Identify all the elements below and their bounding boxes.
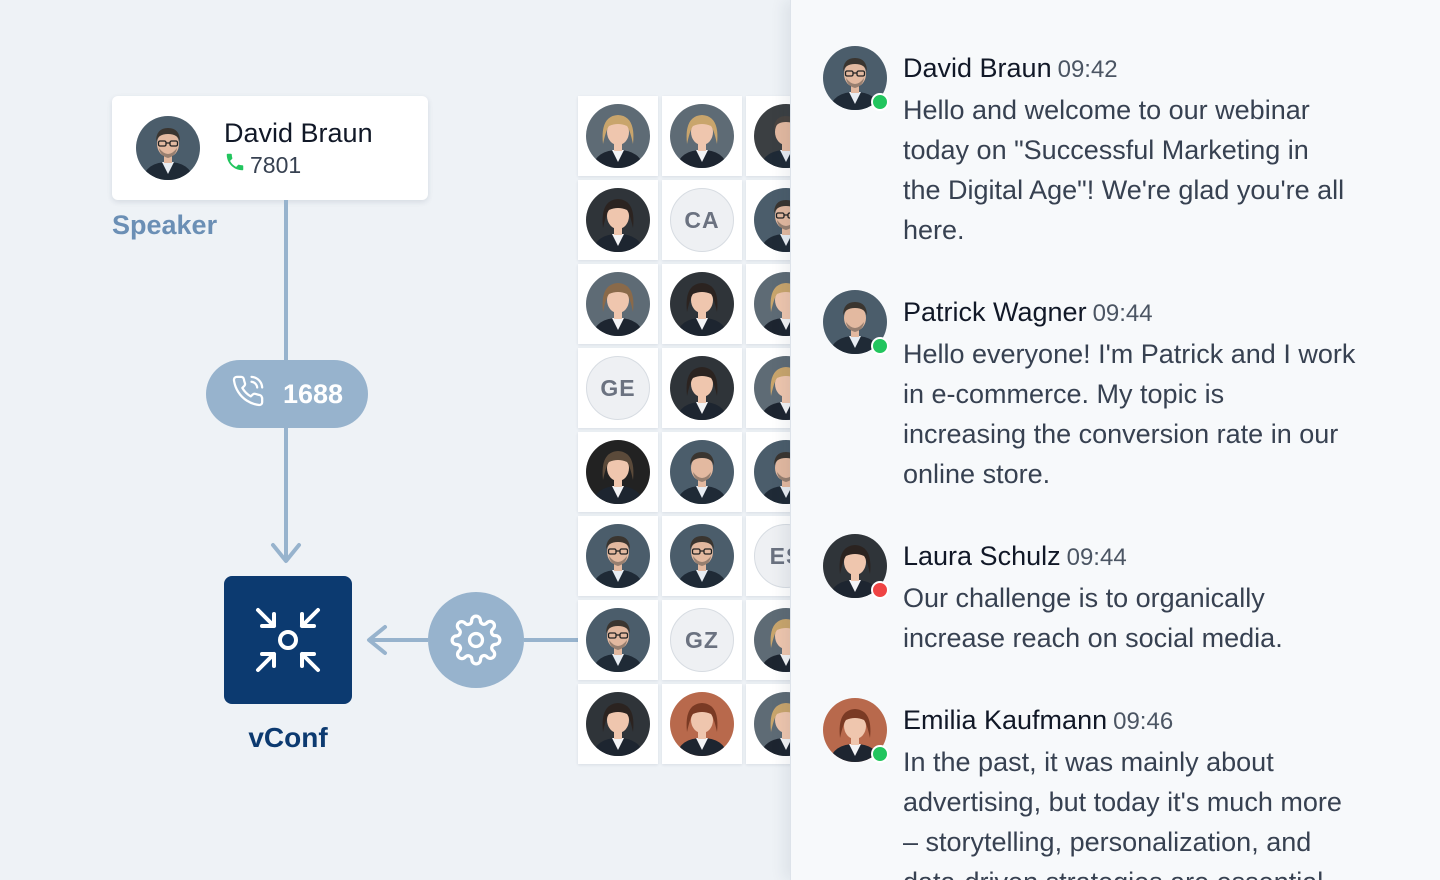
chat-message-line: data-driven strategies are essential. bbox=[903, 862, 1413, 880]
chat-message-text: Hello and welcome to our webinar today on… bbox=[903, 90, 1413, 250]
participant-avatar bbox=[670, 524, 734, 588]
chat-sender-name: Laura Schulz bbox=[903, 541, 1061, 571]
call-number-pill[interactable]: 1688 bbox=[206, 360, 368, 428]
participant-tile[interactable] bbox=[662, 264, 742, 344]
participant-tile[interactable] bbox=[578, 600, 658, 680]
chat-timestamp: 09:44 bbox=[1066, 544, 1127, 571]
chat-message-line: in e-commerce. My topic is bbox=[903, 379, 1225, 409]
vconf-node[interactable] bbox=[224, 576, 352, 704]
participant-tile[interactable] bbox=[662, 516, 742, 596]
connector-line bbox=[524, 638, 578, 642]
participant-tile[interactable] bbox=[662, 684, 742, 764]
connector-line bbox=[284, 200, 288, 360]
chat-avatar[interactable] bbox=[823, 534, 889, 599]
participant-initials: CA bbox=[670, 188, 734, 252]
participant-initials: GZ bbox=[670, 608, 734, 672]
chat-message-line: Our challenge is to organically bbox=[903, 583, 1265, 613]
chat-message-line: today on "Successful Marketing in bbox=[903, 135, 1309, 165]
participant-tile[interactable]: GE bbox=[578, 348, 658, 428]
chat-sender-name: David Braun bbox=[903, 53, 1052, 83]
chat-sender-name: Patrick Wagner bbox=[903, 297, 1087, 327]
chat-avatar[interactable] bbox=[823, 290, 889, 355]
chat-message-line: In the past, it was mainly about bbox=[903, 747, 1274, 777]
chat-message-header: Patrick Wagner 09:44 bbox=[903, 292, 1413, 334]
participant-initials: GE bbox=[586, 356, 650, 420]
speaker-extension: 7801 bbox=[224, 151, 373, 179]
chat-panel: David Braun 09:42 Hello and welcome to our… bbox=[790, 0, 1440, 880]
chat-message-line: increasing the conversion rate in our bbox=[903, 419, 1339, 449]
call-number: 1688 bbox=[282, 378, 344, 409]
chat-message-line: here. bbox=[903, 215, 965, 245]
chat-message: Emilia Kaufmann 09:46 In the past, it was … bbox=[823, 698, 1413, 880]
participant-avatar bbox=[670, 440, 734, 504]
speaker-name: David Braun bbox=[224, 118, 373, 148]
chat-timestamp: 09:42 bbox=[1057, 56, 1118, 83]
chat-message-line: Hello and welcome to our webinar bbox=[903, 95, 1310, 125]
chat-message-text: Hello everyone! I'm Patrick and I work in… bbox=[903, 334, 1413, 494]
speaker-info: David Braun 7801 bbox=[224, 117, 373, 179]
chat-message-line: online store. bbox=[903, 459, 1051, 489]
chat-message-line: Hello everyone! I'm Patrick and I work bbox=[903, 339, 1356, 369]
chat-message-text: In the past, it was mainly about advertis… bbox=[903, 742, 1413, 880]
phone-call-icon bbox=[231, 374, 265, 415]
participant-avatar bbox=[670, 272, 734, 336]
chat-message: Laura Schulz 09:44 Our challenge is to org… bbox=[823, 534, 1413, 658]
participant-tile[interactable]: GZ bbox=[662, 600, 742, 680]
participants-grid: CA GE ES GZ bbox=[578, 96, 826, 764]
status-indicator bbox=[871, 581, 889, 599]
participant-avatar bbox=[586, 188, 650, 252]
chat-message-line: advertising, but today it's much more bbox=[903, 787, 1342, 817]
participant-avatar bbox=[670, 104, 734, 168]
status-indicator bbox=[871, 93, 889, 111]
chat-avatar[interactable] bbox=[823, 698, 889, 763]
chat-message-header: David Braun 09:42 bbox=[903, 48, 1413, 90]
status-indicator bbox=[871, 745, 889, 763]
participant-tile[interactable] bbox=[578, 432, 658, 512]
chat-message: Patrick Wagner 09:44 Hello everyone! I'm P… bbox=[823, 290, 1413, 494]
chat-message-line: – storytelling, personalization, and bbox=[903, 827, 1312, 857]
chat-timestamp: 09:46 bbox=[1113, 708, 1174, 735]
speaker-avatar bbox=[136, 116, 200, 180]
chat-message-text: Our challenge is to organically increase … bbox=[903, 578, 1413, 658]
chat-message-line: the Digital Age"! We're glad you're all bbox=[903, 175, 1345, 205]
arrow-down-icon bbox=[271, 543, 301, 563]
participant-tile[interactable]: CA bbox=[662, 180, 742, 260]
participant-tile[interactable] bbox=[662, 432, 742, 512]
status-indicator bbox=[871, 337, 889, 355]
participant-tile[interactable] bbox=[578, 684, 658, 764]
chat-sender-name: Emilia Kaufmann bbox=[903, 705, 1108, 735]
participant-avatar bbox=[586, 608, 650, 672]
chat-timestamp: 09:44 bbox=[1092, 300, 1153, 327]
participant-tile[interactable] bbox=[662, 348, 742, 428]
chat-avatar[interactable] bbox=[823, 46, 889, 111]
chat-message-header: Emilia Kaufmann 09:46 bbox=[903, 700, 1413, 742]
phone-icon bbox=[224, 151, 246, 179]
participant-avatar bbox=[586, 272, 650, 336]
vconf-label: vConf bbox=[248, 722, 328, 753]
chat-message: David Braun 09:42 Hello and welcome to our… bbox=[823, 46, 1413, 250]
participant-tile[interactable] bbox=[662, 96, 742, 176]
participant-avatar bbox=[670, 692, 734, 756]
participant-tile[interactable] bbox=[578, 516, 658, 596]
connector-line bbox=[370, 638, 428, 642]
gear-icon bbox=[450, 614, 502, 666]
participant-tile[interactable] bbox=[578, 180, 658, 260]
converge-icon bbox=[256, 608, 320, 672]
speaker-card[interactable]: David Braun 7801 bbox=[112, 96, 428, 200]
speaker-extension-number: 7801 bbox=[250, 151, 302, 178]
speaker-label: Speaker bbox=[112, 210, 218, 240]
participant-tile[interactable] bbox=[578, 96, 658, 176]
settings-node[interactable] bbox=[428, 592, 524, 688]
participant-tile[interactable] bbox=[578, 264, 658, 344]
participant-avatar bbox=[586, 524, 650, 588]
participant-avatar bbox=[670, 356, 734, 420]
participant-avatar bbox=[586, 104, 650, 168]
participant-avatar bbox=[586, 692, 650, 756]
chat-message-header: Laura Schulz 09:44 bbox=[903, 536, 1413, 578]
participant-avatar bbox=[586, 440, 650, 504]
chat-message-line: increase reach on social media. bbox=[903, 623, 1283, 653]
